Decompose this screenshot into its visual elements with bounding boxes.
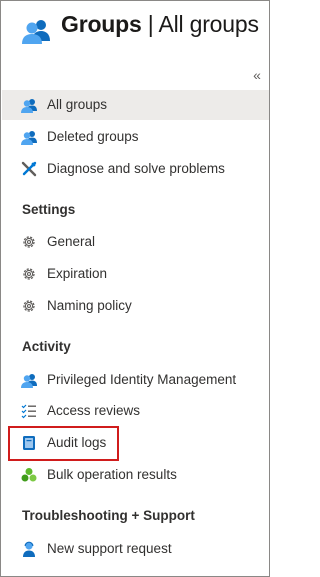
nav-item-label: Deleted groups xyxy=(47,129,139,144)
nav-item-deleted-groups[interactable]: Deleted groups xyxy=(2,122,269,152)
nav-item-label: Expiration xyxy=(47,266,108,281)
groups-blade: Groups | All groups « All groups Deleted… xyxy=(0,0,270,577)
groups-icon xyxy=(21,129,37,145)
blade-header: Groups | All groups xyxy=(1,1,269,61)
bulk-icon xyxy=(21,467,37,483)
nav-item-label: All groups xyxy=(47,97,108,112)
support-person-icon xyxy=(21,541,37,557)
groups-icon xyxy=(21,17,51,45)
nav-item-label: General xyxy=(47,234,96,249)
groups-icon xyxy=(21,372,37,388)
nav-item-pim[interactable]: Privileged Identity Management xyxy=(2,365,269,395)
groups-icon xyxy=(21,97,37,113)
nav-item-label: Privileged Identity Management xyxy=(47,372,237,387)
page-title: Groups | All groups xyxy=(61,11,259,37)
nav-item-all-groups[interactable]: All groups xyxy=(2,90,269,120)
section-heading-support: Troubleshooting + Support xyxy=(22,508,195,523)
nav-item-new-support-request[interactable]: New support request xyxy=(2,534,269,564)
gear-icon xyxy=(21,298,37,314)
highlight-box xyxy=(8,426,119,461)
nav-item-naming-policy[interactable]: Naming policy xyxy=(2,291,269,321)
section-heading-activity: Activity xyxy=(22,339,71,354)
wrench-icon xyxy=(21,161,37,177)
nav-item-bulk-operation-results[interactable]: Bulk operation results xyxy=(2,460,269,490)
checklist-icon xyxy=(21,403,37,419)
nav-item-label: Naming policy xyxy=(47,298,132,313)
nav-item-diagnose[interactable]: Diagnose and solve problems xyxy=(2,154,269,184)
nav-item-access-reviews[interactable]: Access reviews xyxy=(2,396,269,426)
gear-icon xyxy=(21,266,37,282)
nav-item-label: New support request xyxy=(47,541,172,556)
nav-item-general[interactable]: General xyxy=(2,227,269,257)
nav-item-label: Access reviews xyxy=(47,403,141,418)
section-heading-settings: Settings xyxy=(22,202,76,217)
collapse-chevron-icon[interactable]: « xyxy=(249,67,265,83)
nav-item-expiration[interactable]: Expiration xyxy=(2,259,269,289)
gear-icon xyxy=(21,234,37,250)
nav-item-label: Bulk operation results xyxy=(47,467,177,482)
nav-item-label: Diagnose and solve problems xyxy=(47,161,225,176)
